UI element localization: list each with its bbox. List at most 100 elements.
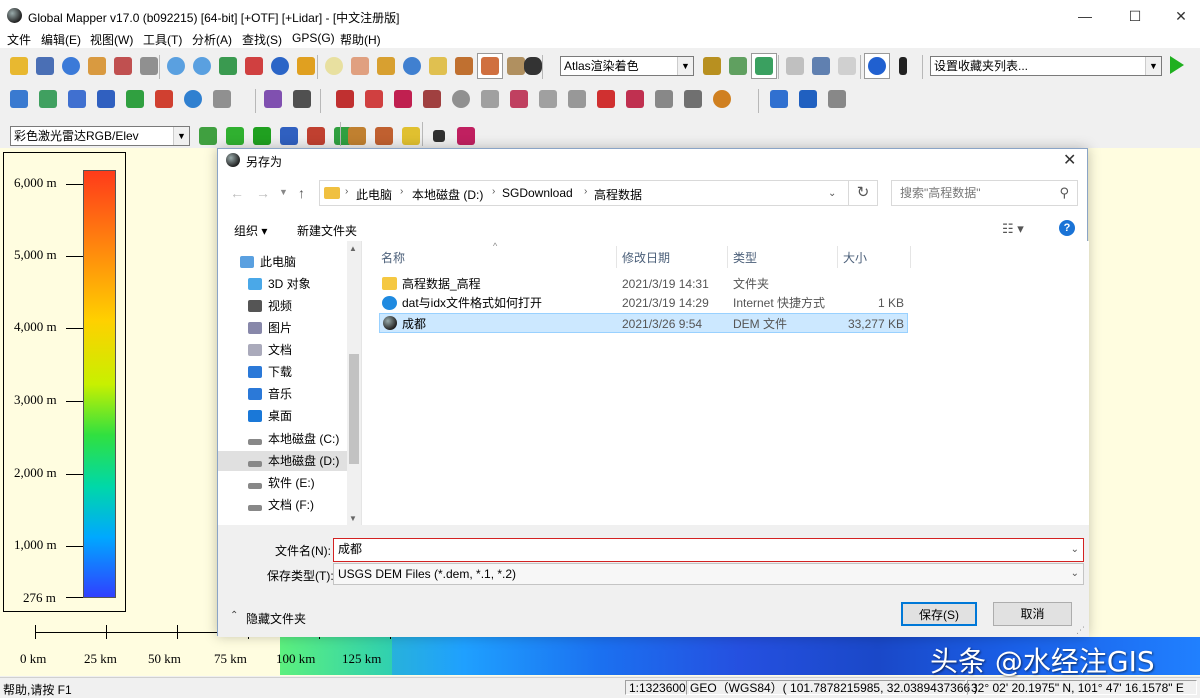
zoom-in-icon[interactable] xyxy=(163,53,189,79)
pan-hand-icon[interactable] xyxy=(347,53,373,79)
info-icon[interactable] xyxy=(399,53,425,79)
code-icon[interactable] xyxy=(151,86,177,112)
back-arrow-icon[interactable]: ← xyxy=(230,185,244,201)
refresh-icon[interactable]: ↻ xyxy=(849,180,878,206)
open-folder-icon[interactable] xyxy=(6,53,32,79)
nav-item[interactable]: 音乐 xyxy=(248,384,292,404)
classify-ag-icon[interactable] xyxy=(344,123,370,149)
shape-icon[interactable] xyxy=(651,86,677,112)
color-grid-icon[interactable] xyxy=(453,123,479,149)
split-icon[interactable] xyxy=(289,86,315,112)
close-button[interactable]: ✕ xyxy=(1158,0,1200,32)
nav-item[interactable]: 本地磁盘 (D:) xyxy=(248,451,339,471)
flag-icon[interactable] xyxy=(782,53,808,79)
full-view-icon[interactable] xyxy=(215,53,241,79)
3d-view-icon[interactable] xyxy=(725,53,751,79)
menu-tools[interactable]: 工具(T) xyxy=(143,31,182,48)
up-arrow-icon[interactable]: ↑ xyxy=(298,185,305,201)
lidar-powerline-icon[interactable] xyxy=(303,123,329,149)
menu-gps[interactable]: GPS(G) xyxy=(292,31,335,45)
magnify-icon[interactable] xyxy=(321,53,347,79)
cancel-button[interactable]: 取消 xyxy=(993,602,1072,626)
new-folder-button[interactable]: 新建文件夹 xyxy=(297,222,357,239)
favorites-select[interactable]: 设置收藏夹列表... ▼ xyxy=(930,56,1162,76)
shader-select[interactable]: Atlas渲染着色 ▼ xyxy=(560,56,694,76)
expand-icon[interactable] xyxy=(766,86,792,112)
cross-arrows-icon[interactable] xyxy=(426,123,452,149)
column-divider[interactable] xyxy=(616,246,617,268)
address-bar[interactable]: › 此电脑 › 本地磁盘 (D:) › SGDownload › 高程数据 ⌄ xyxy=(319,180,849,206)
menu-view[interactable]: 视图(W) xyxy=(90,31,133,48)
scroll-up-icon[interactable]: ▲ xyxy=(349,244,357,253)
lidar-hv-icon[interactable] xyxy=(249,123,275,149)
home-icon[interactable] xyxy=(241,53,267,79)
forward-arrow-icon[interactable]: → xyxy=(256,185,270,201)
nav-item[interactable]: 此电脑 xyxy=(240,252,296,272)
column-divider[interactable] xyxy=(910,246,911,268)
play-icon[interactable] xyxy=(1170,56,1184,74)
menu-file[interactable]: 文件 xyxy=(7,31,31,48)
delete-vertex-icon[interactable] xyxy=(390,86,416,112)
draw-line-icon[interactable] xyxy=(332,86,358,112)
filename-input[interactable]: 成都 ⌄ xyxy=(333,538,1084,562)
gps-target-icon[interactable] xyxy=(864,53,890,79)
nav-item[interactable]: 图片 xyxy=(248,318,292,338)
refresh-icon[interactable] xyxy=(267,53,293,79)
menu-search[interactable]: 查找(S) xyxy=(242,31,282,48)
buffer-icon[interactable] xyxy=(564,86,590,112)
help-icon[interactable]: ? xyxy=(1059,220,1075,236)
rotate-arrow-icon[interactable] xyxy=(795,86,821,112)
chevron-up-icon[interactable]: ⌃ xyxy=(230,610,238,621)
hide-folders-toggle[interactable]: 隐藏文件夹 xyxy=(246,610,306,627)
classify-ac-icon[interactable] xyxy=(371,123,397,149)
file-row[interactable]: dat与idx文件格式如何打开 2021/3/19 14:29 Internet… xyxy=(379,293,908,313)
measure-icon[interactable] xyxy=(373,53,399,79)
nav-item[interactable]: 桌面 xyxy=(248,406,292,426)
minimize-button[interactable]: — xyxy=(1062,0,1108,32)
search-input[interactable]: 搜索"高程数据" ⚲ xyxy=(891,180,1078,206)
breadcrumb-item[interactable]: SGDownload xyxy=(502,186,573,200)
lidar-color-select[interactable]: 彩色激光雷达RGB/Elev ▼ xyxy=(10,126,190,146)
chevron-down-icon[interactable]: ⌄ xyxy=(828,188,836,199)
nav-item[interactable]: 下载 xyxy=(248,362,292,382)
scroll-down-icon[interactable]: ▼ xyxy=(349,514,357,523)
nav-item[interactable]: 本地磁盘 (C:) xyxy=(248,429,339,449)
north-arrow-icon[interactable] xyxy=(890,53,916,79)
grid-select-icon[interactable] xyxy=(209,86,235,112)
maximize-button[interactable]: ☐ xyxy=(1112,0,1158,32)
tower-icon[interactable] xyxy=(451,53,477,79)
nav-item[interactable]: 3D 对象 xyxy=(248,274,311,294)
reshape-icon[interactable] xyxy=(506,86,532,112)
menu-help[interactable]: 帮助(H) xyxy=(340,31,381,48)
classify-star-icon[interactable] xyxy=(398,123,424,149)
rotate-icon[interactable] xyxy=(448,86,474,112)
nav-item[interactable]: 文档 xyxy=(248,340,292,360)
lidar-mv-icon[interactable] xyxy=(222,123,248,149)
file-row[interactable]: 高程数据_高程 2021/3/19 14:31 文件夹 xyxy=(379,274,908,294)
file-row-selected[interactable]: 成都 2021/3/26 9:54 DEM 文件 33,277 KB xyxy=(379,313,908,333)
combine-icon[interactable] xyxy=(680,86,706,112)
sparkle-icon[interactable] xyxy=(834,53,860,79)
config-icon[interactable] xyxy=(110,53,136,79)
column-header-name[interactable]: 名称 xyxy=(381,249,405,266)
filetype-select[interactable]: USGS DEM Files (*.dem, *.1, *.2) ⌄ xyxy=(333,563,1084,585)
recent-chevron-icon[interactable]: ▼ xyxy=(279,187,288,197)
column-header-modified[interactable]: 修改日期 xyxy=(622,249,670,266)
view-options-icon[interactable]: ☷ ▾ xyxy=(1002,221,1024,237)
web-globe-icon[interactable] xyxy=(58,53,84,79)
menu-analysis[interactable]: 分析(A) xyxy=(192,31,232,48)
column-header-type[interactable]: 类型 xyxy=(733,249,757,266)
menu-edit[interactable]: 编辑(E) xyxy=(41,31,81,48)
print-icon[interactable] xyxy=(84,53,110,79)
nav-item[interactable]: 文档 (F:) xyxy=(248,495,314,515)
nav-scrollbar-thumb[interactable] xyxy=(349,354,359,464)
column-divider[interactable] xyxy=(727,246,728,268)
save-button[interactable]: 保存(S) xyxy=(901,602,977,626)
grid-icon[interactable] xyxy=(293,53,319,79)
breadcrumb-item[interactable]: 高程数据 xyxy=(594,186,642,203)
breadcrumb-item[interactable]: 本地磁盘 (D:) xyxy=(412,186,483,203)
organize-button[interactable]: 组织 ▾ xyxy=(234,222,267,239)
add-vertex-icon[interactable] xyxy=(361,86,387,112)
hillshade-icon[interactable] xyxy=(699,53,725,79)
edit-feature-icon[interactable] xyxy=(6,86,32,112)
